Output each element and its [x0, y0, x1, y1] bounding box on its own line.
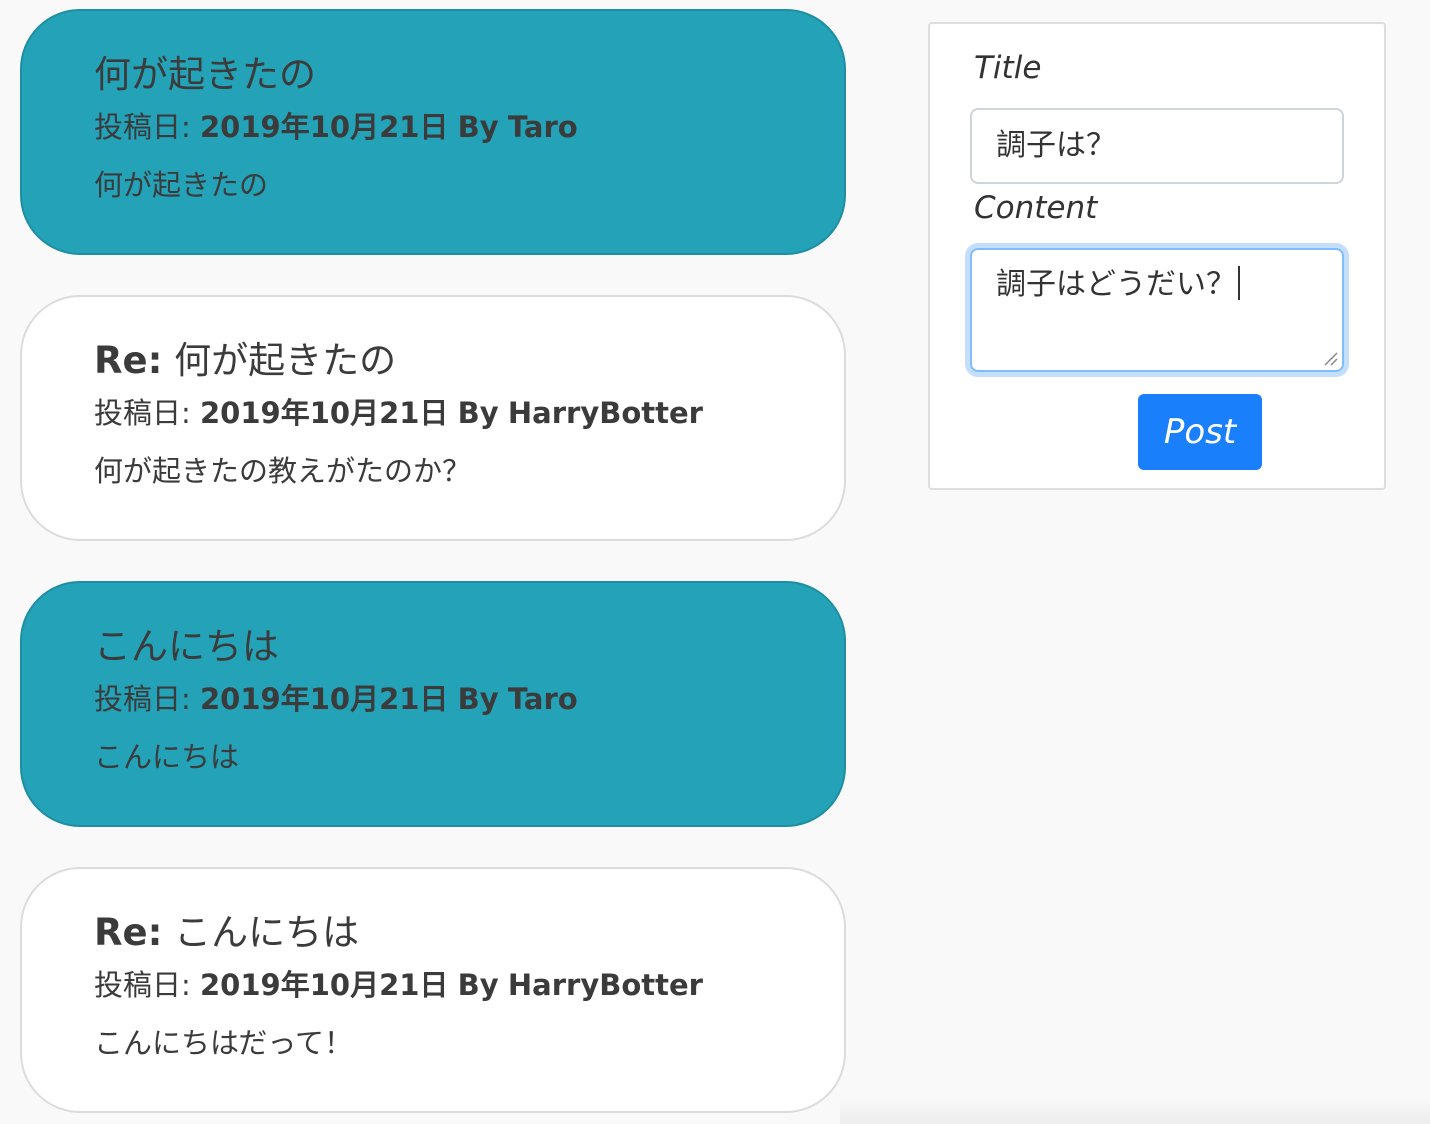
- post-title-text: こんにちは: [174, 911, 360, 954]
- post-meta: 投稿日: 2019年10月21日 By Taro: [94, 679, 772, 719]
- post-author: Taro: [507, 682, 578, 716]
- post-title: こんにちは: [94, 623, 772, 671]
- post-title: Re: こんにちは: [94, 909, 772, 957]
- reply-prefix: Re:: [94, 911, 163, 954]
- post-title-text: こんにちは: [94, 625, 279, 668]
- reply-card: Re: こんにちは 投稿日: 2019年10月21日 By HarryBotte…: [20, 867, 846, 1113]
- by-label: By: [457, 110, 499, 144]
- post-date: 2019年10月21日: [200, 396, 449, 430]
- post-date: 2019年10月21日: [200, 110, 449, 144]
- text-caret: [1238, 266, 1240, 300]
- content-text: 調子はどうだい？: [996, 267, 1236, 302]
- date-label: 投稿日:: [94, 396, 191, 430]
- post-body: 何が起きたの: [94, 168, 269, 202]
- post-title-text: 何が起きたの: [94, 53, 316, 96]
- post-author: Taro: [507, 110, 578, 144]
- resize-handle-icon[interactable]: [1322, 350, 1338, 366]
- post-meta: 投稿日: 2019年10月21日 By HarryBotter: [94, 965, 772, 1005]
- page: 何が起きたの 投稿日: 2019年10月21日 By Taro 何が起きたの R…: [0, 0, 1430, 1124]
- content-label: Content: [974, 190, 1098, 226]
- date-label: 投稿日:: [94, 968, 191, 1002]
- reply-prefix: Re:: [94, 339, 163, 382]
- post-meta: 投稿日: 2019年10月21日 By HarryBotter: [94, 393, 772, 433]
- post-card: 何が起きたの 投稿日: 2019年10月21日 By Taro 何が起きたの: [20, 9, 846, 255]
- post-button[interactable]: Post: [1138, 394, 1262, 470]
- post-list: 何が起きたの 投稿日: 2019年10月21日 By Taro 何が起きたの R…: [20, 9, 846, 1124]
- by-label: By: [457, 968, 499, 1002]
- post-title-text: 何が起きたの: [174, 339, 397, 382]
- post-author: HarryBotter: [507, 968, 703, 1002]
- content-textarea[interactable]: 調子はどうだい？: [970, 248, 1344, 372]
- post-title: Re: 何が起きたの: [94, 337, 772, 385]
- title-label: Title: [974, 50, 1042, 86]
- post-title: 何が起きたの: [94, 51, 772, 99]
- post-body: こんにちはだって！: [94, 1026, 353, 1060]
- by-label: By: [457, 396, 499, 430]
- post-card: こんにちは 投稿日: 2019年10月21日 By Taro こんにちは: [20, 581, 846, 827]
- scroll-shadow: [840, 1096, 1430, 1124]
- by-label: By: [457, 682, 499, 716]
- post-date: 2019年10月21日: [200, 682, 449, 716]
- reply-card: Re: 何が起きたの 投稿日: 2019年10月21日 By HarryBott…: [20, 295, 846, 541]
- post-body: 何が起きたの教えがたのか？: [94, 454, 472, 488]
- new-post-form: Title 調子は？ Content 調子はどうだい？ Post: [928, 22, 1386, 490]
- date-label: 投稿日:: [94, 682, 191, 716]
- post-author: HarryBotter: [507, 396, 703, 430]
- title-input[interactable]: 調子は？: [970, 108, 1344, 184]
- post-date: 2019年10月21日: [200, 968, 449, 1002]
- post-body: こんにちは: [94, 740, 240, 774]
- date-label: 投稿日:: [94, 110, 191, 144]
- post-meta: 投稿日: 2019年10月21日 By Taro: [94, 107, 772, 147]
